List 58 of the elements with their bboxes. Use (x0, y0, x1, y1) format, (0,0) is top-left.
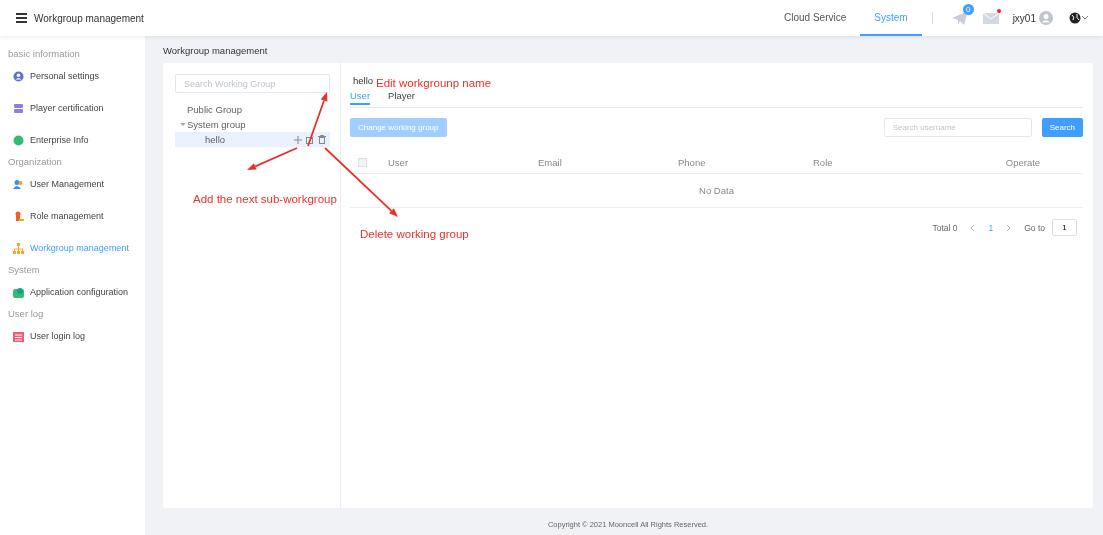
annotation-text: Add the next sub-workgroup (193, 193, 337, 205)
group-title: hello (352, 75, 374, 88)
goto-label: Go to (1024, 222, 1045, 233)
node-label: System group (187, 119, 247, 130)
section-label: basic information (7, 47, 81, 61)
log-icon (13, 330, 24, 342)
chevron-left-icon[interactable] (970, 224, 976, 231)
select-all-checkbox[interactable] (358, 157, 367, 167)
chevron-down-icon[interactable] (1081, 15, 1089, 21)
column-header: Operate (1004, 156, 1042, 168)
column-header: Email (538, 156, 563, 168)
sidebar-item[interactable]: Enterprise Info (0, 129, 145, 151)
users-icon (13, 178, 24, 190)
node-label: Public Group (187, 104, 243, 115)
tree-node[interactable]: hello (175, 132, 330, 147)
column-header: Phone (678, 156, 707, 168)
sidebar-item[interactable]: User Management (0, 173, 145, 195)
sidebar-item[interactable]: User login log (0, 325, 145, 347)
add-icon[interactable] (294, 135, 302, 144)
tree-node[interactable]: Public Group (175, 102, 330, 117)
sidebar-item[interactable]: Role management (0, 205, 145, 227)
tree-node[interactable]: System group (175, 117, 330, 132)
breadcrumb: Workgroup management (163, 44, 269, 58)
globe-icon[interactable] (1069, 12, 1081, 24)
caret-down-icon[interactable] (179, 121, 186, 128)
paper-plane-icon[interactable] (950, 10, 969, 26)
sidebar-item[interactable]: Player certification (0, 97, 145, 119)
sidebar-item[interactable]: Application configuration (0, 281, 145, 303)
server-icon (13, 102, 24, 114)
column-header: User (388, 156, 410, 168)
sidebar-item[interactable]: Personal settings (0, 65, 145, 87)
trash-icon[interactable] (318, 135, 326, 144)
page-input[interactable]: 1 (1052, 219, 1077, 236)
app-icon (13, 286, 24, 298)
mail-icon[interactable] (982, 11, 999, 25)
arrow (247, 147, 298, 170)
nav-tab[interactable]: Cloud Service (770, 0, 861, 36)
annotation-text: Delete working group (360, 228, 469, 240)
column-header: Role (813, 156, 834, 168)
node-label: hello (205, 134, 227, 145)
notification-badge: 0 (962, 4, 974, 15)
circle-icon (13, 134, 24, 146)
annotation-text: Edit workgrounp name (376, 77, 492, 89)
chevron-right-icon[interactable] (1006, 224, 1012, 231)
hierarchy-icon (13, 242, 24, 254)
page-title: Workgroup management (34, 12, 144, 24)
total-count: Total 0 (932, 222, 958, 233)
section-label: System (7, 263, 41, 277)
avatar-icon[interactable] (1039, 11, 1053, 25)
empty-text: No Data (350, 174, 1083, 208)
menu-icon[interactable] (16, 12, 27, 24)
section-label: User log (7, 307, 45, 321)
tab[interactable]: Player (388, 88, 415, 105)
edit-icon[interactable] (306, 135, 314, 144)
person-icon (13, 210, 24, 222)
username[interactable]: jxy01 (1012, 12, 1036, 24)
section-label: Organization (7, 155, 63, 169)
user-icon (13, 70, 24, 82)
